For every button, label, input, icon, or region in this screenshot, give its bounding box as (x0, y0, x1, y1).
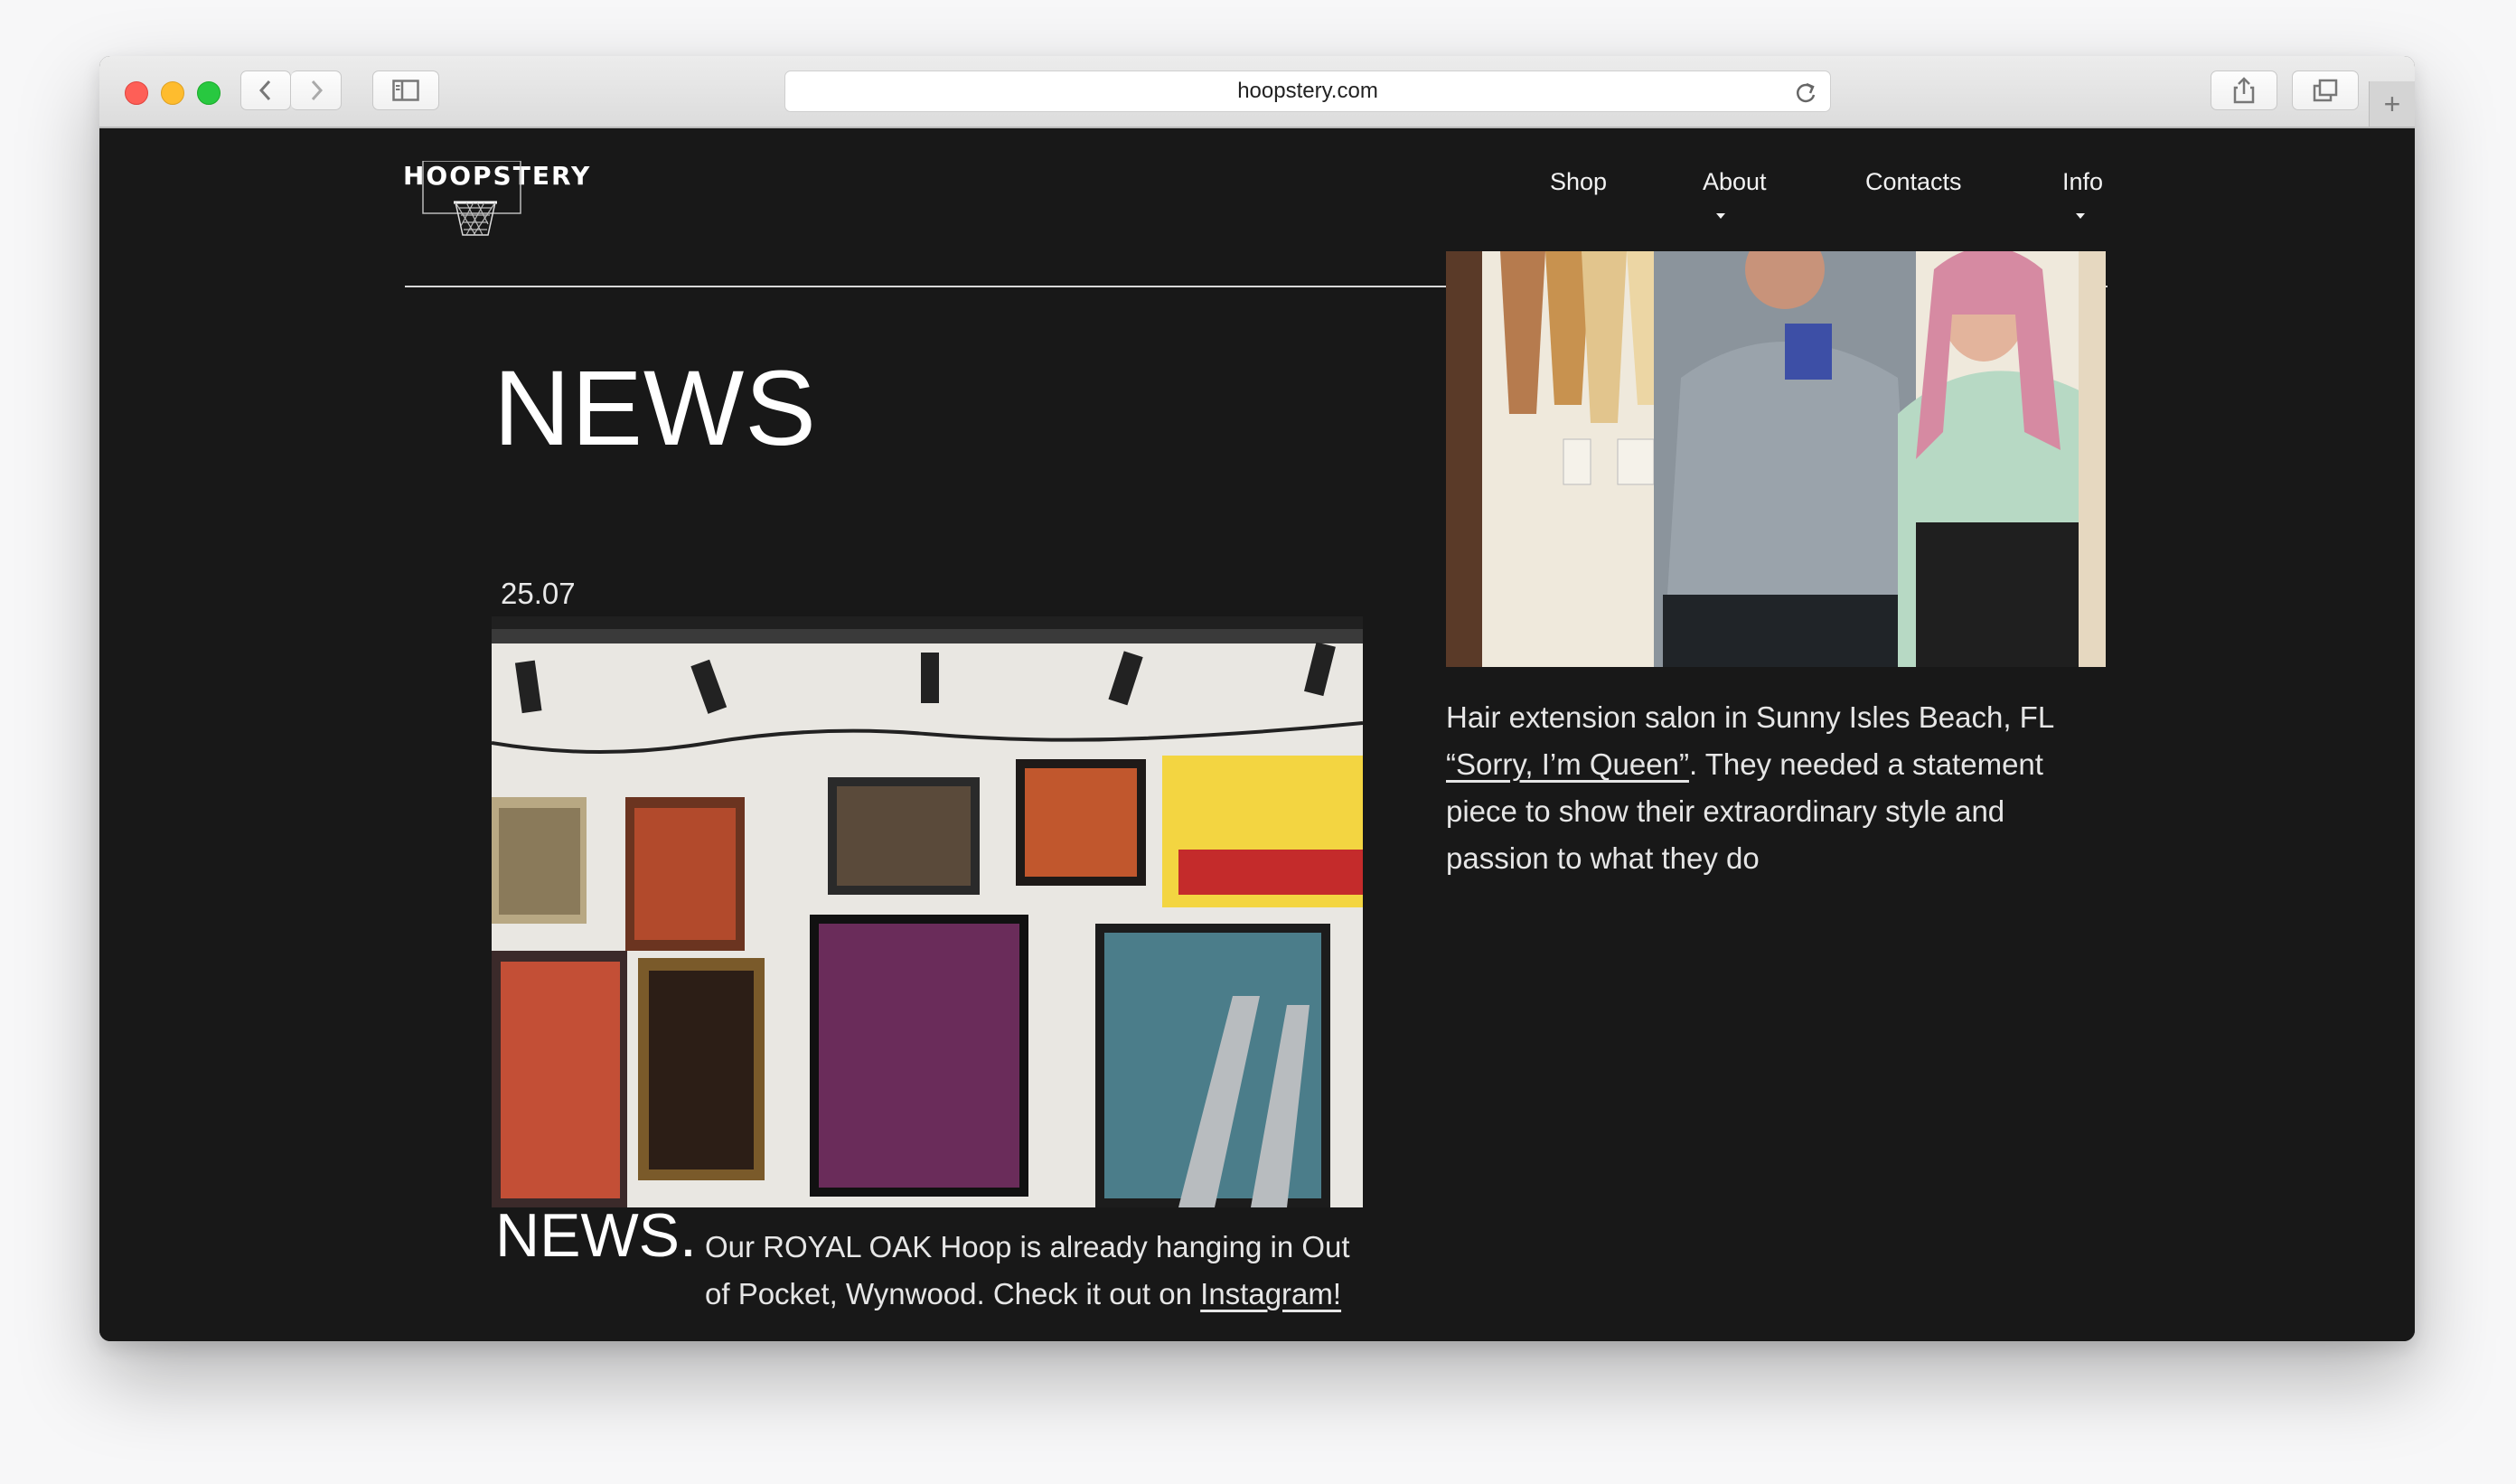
plus-icon: + (2383, 87, 2401, 120)
share-icon (2233, 77, 2255, 104)
close-window-button[interactable] (125, 81, 148, 105)
chevron-right-icon (311, 80, 323, 101)
site-logo[interactable]: HOOPSTERY (403, 161, 589, 251)
chevron-left-icon (258, 80, 271, 101)
nav-info[interactable]: Info (2062, 168, 2103, 196)
nav-shop[interactable]: Shop (1550, 168, 1607, 196)
share-button[interactable] (2211, 70, 2277, 110)
hair-salon-image (1446, 251, 2106, 667)
browser-toolbar: hoopstery.com + (99, 56, 2415, 128)
sidebar-icon (392, 80, 419, 101)
about-dropdown-caret-icon[interactable] (1716, 213, 1725, 219)
nav-about[interactable]: About (1703, 168, 1767, 196)
back-button[interactable] (240, 70, 291, 110)
forward-button[interactable] (291, 70, 342, 110)
gallery-wall-photo[interactable] (492, 616, 1363, 1207)
new-tab-button[interactable]: + (2369, 81, 2415, 127)
info-dropdown-caret-icon[interactable] (2076, 213, 2085, 219)
basketball-hoop-icon (422, 161, 521, 236)
browser-window: hoopstery.com + HOOPSTERY Shop About Con… (99, 56, 2415, 1341)
art-gallery-image (492, 616, 1363, 1207)
web-page: HOOPSTERY Shop About Contacts Info NEWS … (99, 128, 2415, 1341)
post-date: 25.07 (501, 577, 576, 610)
news-label: NEWS. (495, 1201, 697, 1270)
zoom-window-button[interactable] (197, 81, 221, 105)
minimize-window-button[interactable] (161, 81, 184, 105)
address-bar[interactable]: hoopstery.com (784, 70, 1831, 112)
nav-contacts[interactable]: Contacts (1865, 168, 1962, 196)
salon-photo[interactable] (1446, 251, 2106, 667)
instagram-link[interactable]: Instagram! (1200, 1277, 1341, 1310)
url-text: hoopstery.com (1237, 79, 1378, 103)
tabs-overview-button[interactable] (2292, 70, 2359, 110)
post-text: Our ROYAL OAK Hoop is already hanging in… (705, 1224, 1374, 1318)
sidebar-toggle-button[interactable] (372, 70, 439, 110)
sorry-im-queen-link[interactable]: “Sorry, I’m Queen” (1446, 747, 1689, 781)
reload-icon[interactable] (1794, 80, 1817, 105)
salon-description: Hair extension salon in Sunny Isles Beac… (1446, 694, 2115, 882)
tabs-icon (2313, 79, 2338, 102)
page-title: NEWS (493, 349, 817, 468)
salon-description-line1: Hair extension salon in Sunny Isles Beac… (1446, 700, 2055, 734)
